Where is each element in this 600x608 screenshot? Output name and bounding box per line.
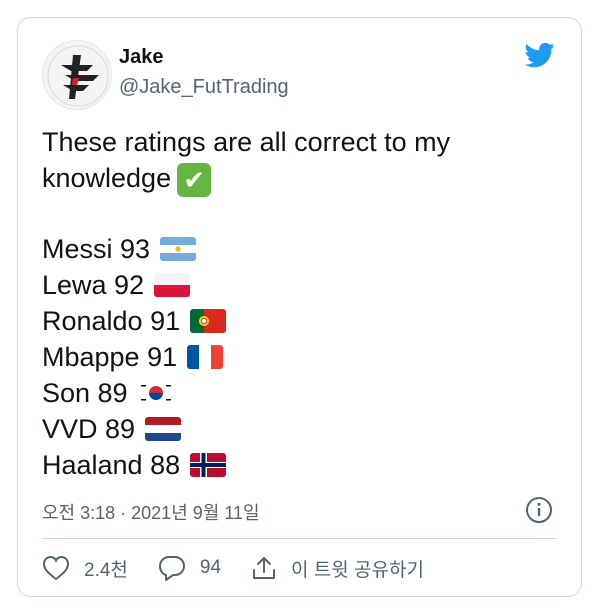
- tweet-text-line: knowledge ✔: [42, 160, 562, 197]
- rating-label: Lewa 92: [42, 270, 145, 300]
- rating-row: Lewa 92: [42, 267, 226, 303]
- reply-icon: [158, 556, 185, 581]
- check-mark-icon: ✔: [177, 162, 212, 197]
- heart-icon: [42, 555, 70, 581]
- portugal-flag-icon: [190, 309, 227, 333]
- rating-row: Mbappe 91: [42, 339, 226, 375]
- share-button[interactable]: 이 트윗 공유하기: [251, 555, 424, 582]
- norway-flag-icon: [190, 453, 227, 477]
- rating-label: Son 89: [42, 378, 128, 408]
- netherlands-flag-icon: [145, 417, 182, 441]
- share-icon: [253, 557, 276, 579]
- info-icon[interactable]: [525, 496, 553, 524]
- like-button[interactable]: 2.4천: [42, 555, 128, 582]
- rating-row: Haaland 88: [42, 447, 227, 483]
- poland-flag-icon: [154, 273, 191, 297]
- france-flag-icon: [187, 345, 224, 369]
- rating-row: Ronaldo 91: [42, 303, 227, 339]
- author-handle[interactable]: @Jake_FutTrading: [119, 76, 289, 99]
- ratings-list: Messi 93 Lewa 92 Ronaldo 91 Mbappe 91 So…: [42, 231, 227, 483]
- rating-row: VVD 89: [42, 411, 226, 447]
- rating-label: Haaland 88: [42, 450, 181, 480]
- rating-row: Messi 93: [42, 231, 226, 267]
- like-count: 2.4천: [84, 559, 128, 581]
- reply-button[interactable]: 94: [158, 555, 221, 581]
- rating-label: Mbappe 91: [42, 342, 178, 372]
- share-label: 이 트윗 공유하기: [291, 559, 424, 581]
- rating-label: Ronaldo 91: [42, 306, 181, 336]
- tweet-actions: 2.4천 94 이 트윗 공유하기: [42, 552, 454, 584]
- tweet-card[interactable]: Jake @Jake_FutTrading These ratings are …: [17, 17, 582, 597]
- rating-row: Son 89: [42, 375, 226, 411]
- rating-label: VVD 89: [42, 414, 136, 444]
- rating-label: Messi 93: [42, 234, 151, 264]
- reply-count: 94: [199, 557, 222, 578]
- author-name[interactable]: Jake: [119, 46, 164, 69]
- argentina-flag-icon: [160, 237, 197, 261]
- tweet-text-line: These ratings are all correct to my: [42, 127, 451, 157]
- divider: [42, 538, 557, 539]
- south-korea-flag-icon: [137, 381, 174, 405]
- author-avatar[interactable]: [42, 40, 112, 110]
- twitter-bird-icon[interactable]: [523, 40, 557, 70]
- tweet-timestamp[interactable]: 오전 3:18 · 2021년 9월 11일: [42, 499, 260, 525]
- tweet-text: These ratings are all correct to my know…: [42, 124, 562, 197]
